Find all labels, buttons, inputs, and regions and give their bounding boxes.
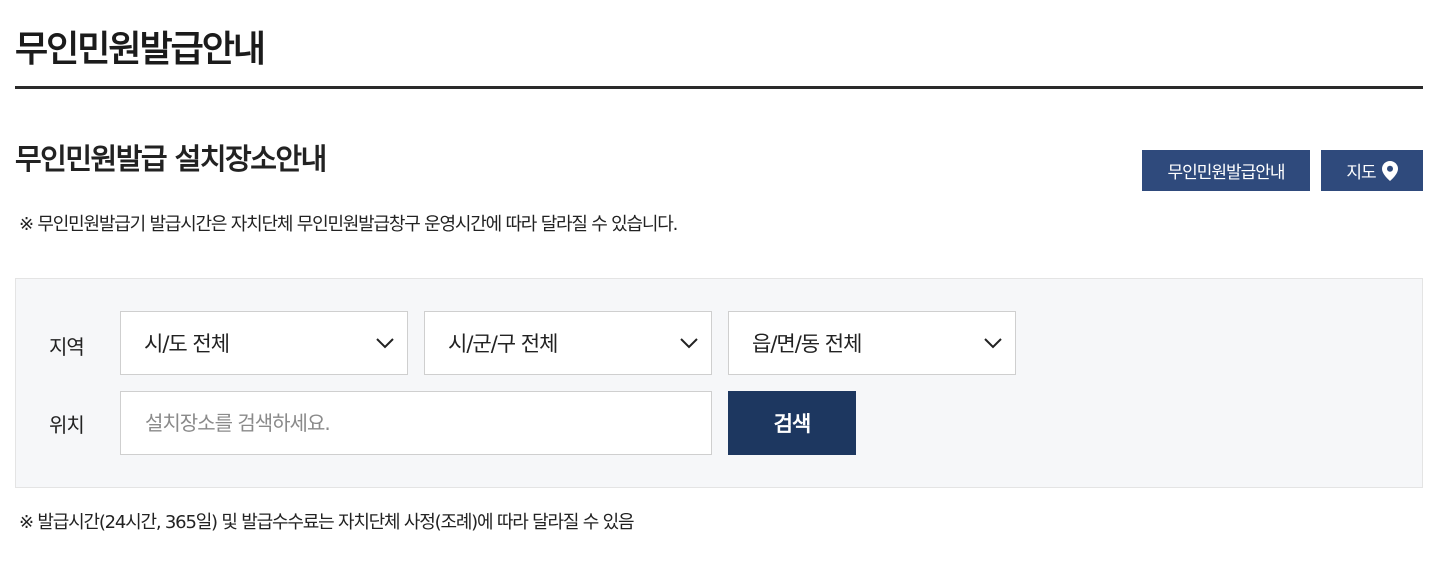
search-panel: 지역 시/도 전체 시/군/구 전체 읍/면/동 전체 위치 검색 [15, 278, 1423, 488]
issuance-time-notice: ※ 무인민원발급기 발급시간은 자치단체 무인민원발급창구 운영시간에 따라 달… [19, 214, 678, 235]
guide-button-label: 무인민원발급안내 [1167, 163, 1285, 183]
province-select[interactable]: 시/도 전체 [120, 311, 408, 375]
town-select-value: 읍/면/동 전체 [752, 332, 862, 356]
chevron-down-icon [984, 338, 1002, 349]
town-select[interactable]: 읍/면/동 전체 [728, 311, 1016, 375]
city-district-select[interactable]: 시/군/구 전체 [424, 311, 712, 375]
map-button[interactable]: 지도 [1321, 150, 1423, 191]
location-pin-icon [1381, 160, 1398, 181]
guide-button[interactable]: 무인민원발급안내 [1142, 150, 1310, 191]
chevron-down-icon [376, 338, 394, 349]
location-search-input[interactable] [120, 391, 712, 455]
title-divider [15, 86, 1423, 89]
location-label: 위치 [49, 413, 85, 437]
province-select-value: 시/도 전체 [144, 332, 230, 356]
search-button[interactable]: 검색 [728, 391, 856, 455]
fee-notice: ※ 발급시간(24시간, 365일) 및 발급수수료는 자치단체 사정(조례)에… [19, 512, 635, 533]
section-button-group: 무인민원발급안내 지도 [1142, 150, 1423, 191]
region-label: 지역 [49, 335, 85, 359]
chevron-down-icon [680, 338, 698, 349]
page-title: 무인민원발급안내 [15, 29, 266, 70]
section-title: 무인민원발급 설치장소안내 [15, 142, 327, 176]
map-button-label: 지도 [1346, 163, 1376, 183]
city-district-select-value: 시/군/구 전체 [448, 332, 558, 356]
